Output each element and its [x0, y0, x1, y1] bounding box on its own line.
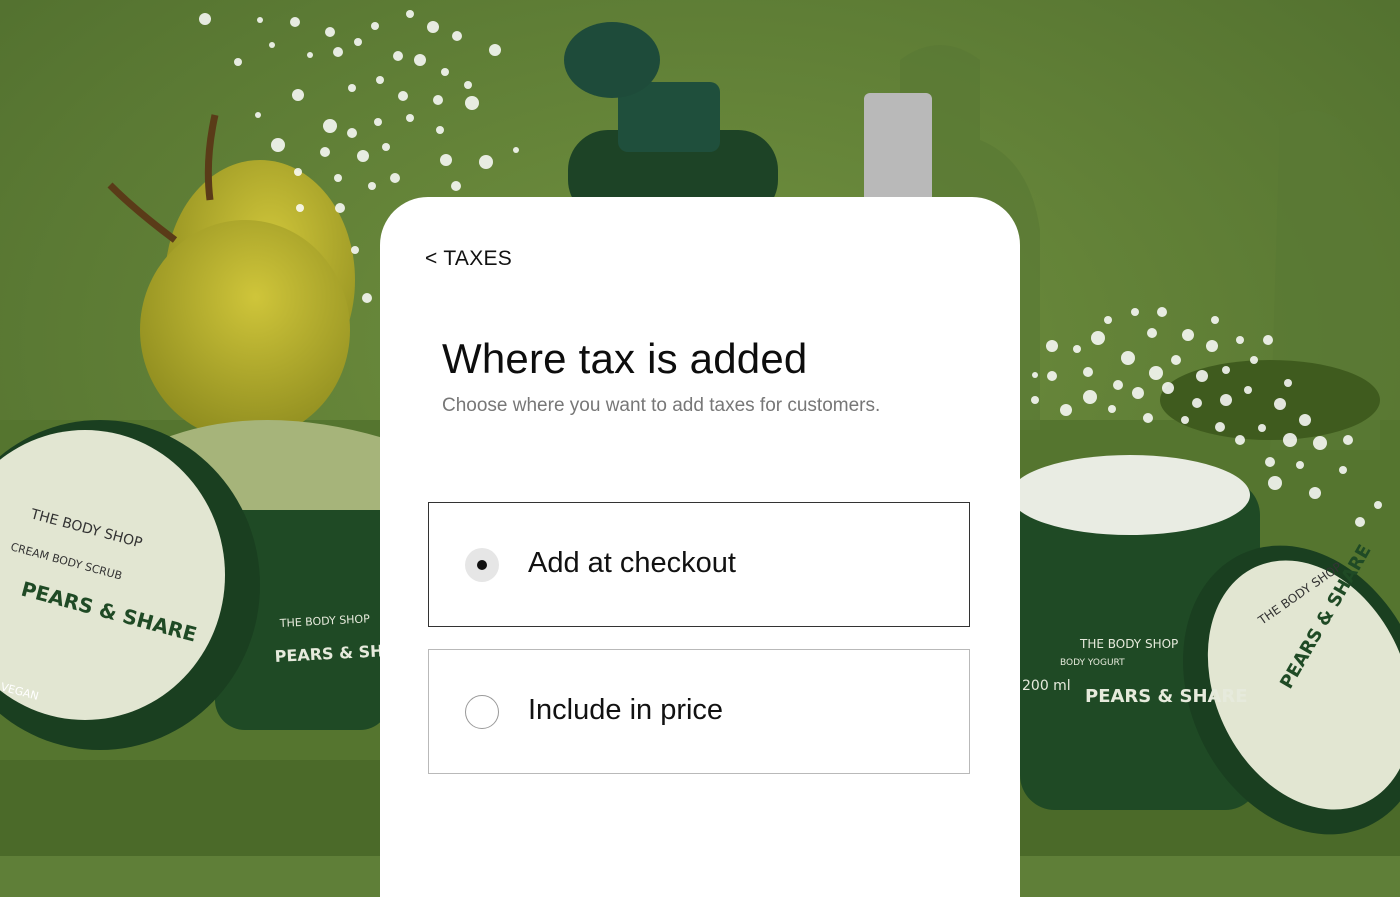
tax-settings-panel: < TAXES Where tax is added Choose where … [380, 197, 1020, 897]
option-label: Include in price [528, 694, 724, 726]
option-include-in-price[interactable]: Include in price [428, 649, 970, 774]
option-add-at-checkout[interactable]: Add at checkout [428, 502, 970, 627]
page-subtitle: Choose where you want to add taxes for c… [442, 395, 881, 416]
option-label: Add at checkout [528, 547, 736, 579]
radio-selected-icon[interactable] [465, 548, 499, 582]
page-title: Where tax is added [442, 335, 808, 382]
yogurt-volume-text: 200 ml [1022, 678, 1071, 694]
radio-unselected-icon[interactable] [465, 695, 499, 729]
yogurt-subtitle-text: BODY YOGURT [1060, 658, 1125, 668]
left-jars: THE BODY SHOP CREAM BODY SCRUB PEARS & S… [0, 420, 420, 750]
back-to-taxes-link[interactable]: < TAXES [425, 247, 512, 271]
yogurt-product-text: PEARS & SHARE [1085, 686, 1248, 707]
yogurt-brand-text: THE BODY SHOP [1079, 637, 1178, 651]
